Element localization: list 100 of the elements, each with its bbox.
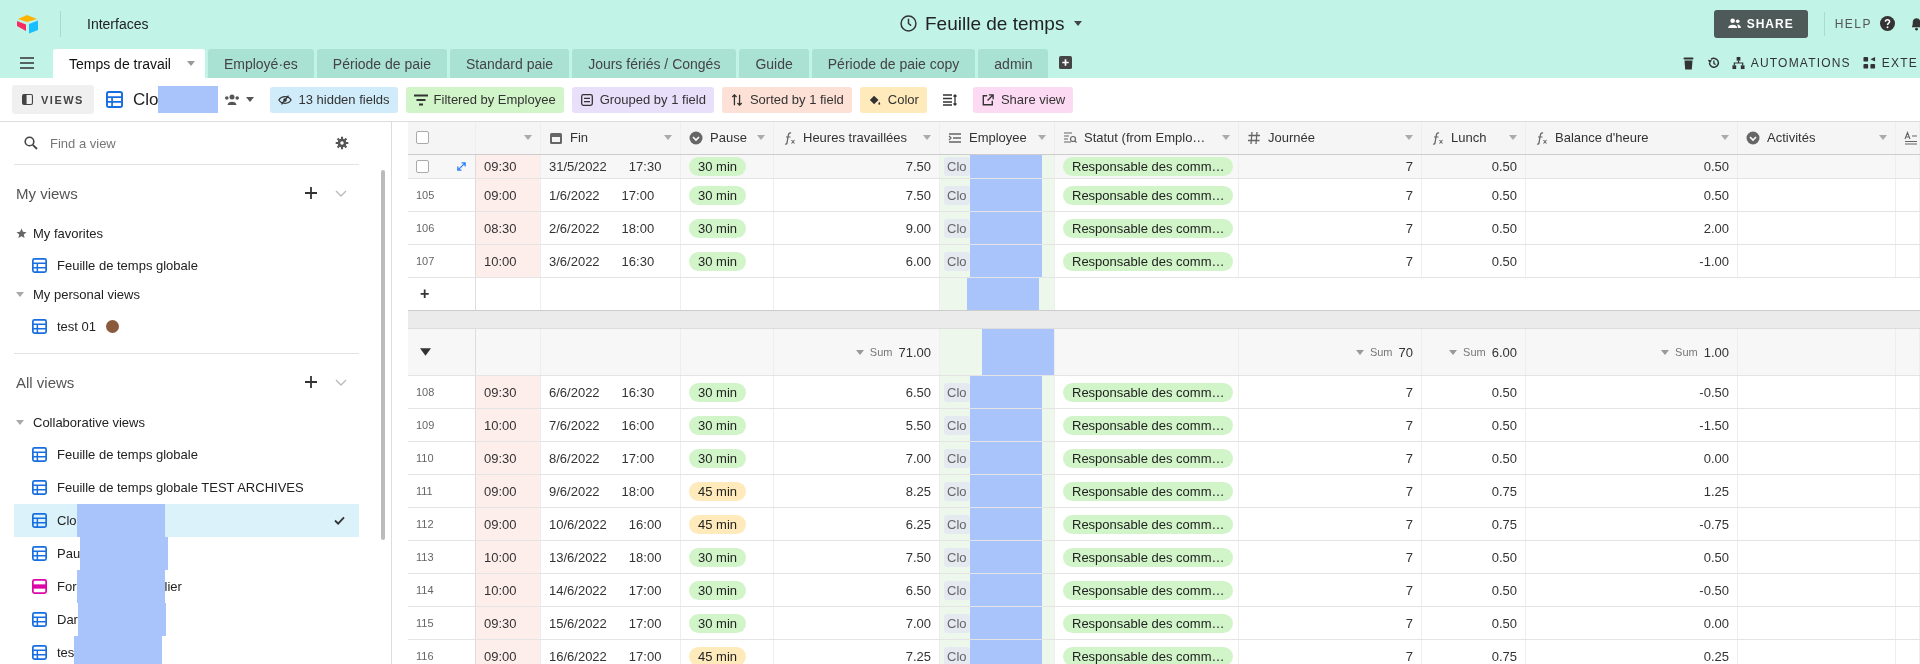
table-row[interactable]: 105 09:00 1/6/2022 17:00 30 min 7.50 Clo Responsable des comm… 7 0.50 0.50 bbox=[408, 179, 1920, 212]
extensions-button[interactable]: EXTE bbox=[1862, 55, 1918, 70]
table-row[interactable]: 111 09:00 9/6/2022 18:00 45 min 8.25 Clo Responsable des comm… 7 0.75 1.25 bbox=[408, 475, 1920, 508]
view-item[interactable]: test 01 bbox=[14, 310, 359, 343]
share-button[interactable]: SHARE bbox=[1713, 9, 1808, 38]
disclosure-triangle-icon[interactable] bbox=[16, 291, 24, 297]
help-link[interactable]: HELP bbox=[1834, 16, 1872, 31]
caret-icon[interactable] bbox=[1074, 21, 1083, 26]
expand-icon[interactable] bbox=[456, 161, 467, 172]
pause-tag: 30 min bbox=[689, 448, 747, 468]
view-item[interactable]: Clo bbox=[14, 504, 359, 537]
table-row[interactable]: 115 09:30 15/6/2022 17:00 30 min 7.00 Clo Responsable des comm… 7 0.50 0.00 bbox=[408, 607, 1920, 640]
settings-icon[interactable] bbox=[335, 136, 349, 150]
lunch-cell: 0.50 bbox=[1491, 417, 1517, 433]
column-label: Heures travaillées bbox=[803, 130, 908, 145]
table-tab[interactable]: Période de paie bbox=[316, 49, 447, 78]
balance-cell: 0.50 bbox=[1703, 187, 1729, 203]
column-header[interactable]: Statut (from Emplo… bbox=[1055, 122, 1239, 154]
group-button[interactable]: Grouped by 1 field bbox=[571, 86, 714, 113]
status-tag: Responsable des comm… bbox=[1063, 547, 1234, 567]
column-header[interactable]: Pause bbox=[681, 122, 774, 154]
add-icon[interactable] bbox=[305, 376, 317, 388]
column-header[interactable]: Lunch bbox=[1422, 122, 1526, 154]
row-height-icon[interactable] bbox=[942, 93, 957, 106]
end-time: 17:00 bbox=[621, 187, 655, 203]
end-time: 16:30 bbox=[621, 253, 655, 269]
table-row[interactable]: 110 09:30 8/6/2022 17:00 30 min 7.00 Clo Responsable des comm… 7 0.50 0.00 bbox=[408, 442, 1920, 475]
add-icon[interactable] bbox=[305, 187, 317, 199]
table-row[interactable]: 114 10:00 14/6/2022 17:00 30 min 6.50 Clo Responsable des comm… 7 0.50 -0.50 bbox=[408, 574, 1920, 607]
trash-icon[interactable] bbox=[1681, 55, 1695, 70]
table-tab[interactable]: Standard paie bbox=[449, 49, 570, 78]
collapse-triangle-icon[interactable] bbox=[420, 348, 431, 356]
view-item[interactable]: For lier bbox=[14, 570, 359, 603]
add-table-icon[interactable] bbox=[1059, 56, 1073, 69]
table-row[interactable]: 116 09:00 16/6/2022 17:00 45 min 7.25 Clo Responsable des comm… 7 0.75 0.25 bbox=[408, 640, 1920, 664]
balance-cell: -0.50 bbox=[1699, 384, 1729, 400]
bell-icon[interactable] bbox=[1909, 16, 1920, 31]
summary-label: Sum bbox=[1675, 346, 1698, 358]
add-row-button[interactable]: + bbox=[420, 285, 430, 303]
view-item[interactable]: Dar bbox=[14, 603, 359, 636]
balance-cell: 0.25 bbox=[1703, 648, 1729, 664]
column-header[interactable]: Heures travaillées bbox=[774, 122, 940, 154]
table-tab[interactable]: admin bbox=[978, 49, 1049, 78]
column-header[interactable]: Fin bbox=[541, 122, 681, 154]
table-row[interactable]: 109 10:00 7/6/2022 16:00 30 min 5.50 Clo Responsable des comm… 7 0.50 -1.50 bbox=[408, 409, 1920, 442]
disclosure-triangle-icon[interactable] bbox=[16, 419, 24, 425]
share-button[interactable]: Share view bbox=[972, 86, 1074, 113]
view-name[interactable]: Clo bbox=[132, 89, 159, 110]
sort-button[interactable]: Sorted by 1 field bbox=[721, 86, 852, 113]
table-tab[interactable]: Jours fériés / Congés bbox=[572, 49, 737, 78]
view-item[interactable]: Feuille de temps globale bbox=[14, 249, 359, 282]
status-tag: Responsable des comm… bbox=[1063, 185, 1234, 205]
group-title[interactable]: Collaborative views bbox=[33, 414, 145, 430]
table-row[interactable]: 106 08:30 2/6/2022 18:00 30 min 9.00 Clo Responsable des comm… 7 0.50 2.00 bbox=[408, 212, 1920, 245]
table-row[interactable]: 108 09:30 6/6/2022 16:30 30 min 6.50 Clo Responsable des comm… 7 0.50 -0.50 bbox=[408, 376, 1920, 409]
find-view-field[interactable]: Find a view bbox=[48, 134, 325, 152]
caret-icon[interactable] bbox=[246, 97, 255, 102]
filter-button[interactable]: Filtered by Employee bbox=[405, 86, 564, 113]
help-icon[interactable] bbox=[1880, 16, 1895, 31]
date-cell: 13/6/2022 bbox=[549, 549, 607, 565]
chevron-icon[interactable] bbox=[335, 378, 347, 386]
hours-cell: 7.50 bbox=[905, 187, 931, 203]
column-header[interactable]: Employee bbox=[940, 122, 1055, 154]
select-all-checkbox[interactable] bbox=[416, 131, 429, 144]
view-item[interactable]: Pau bbox=[14, 537, 359, 570]
app-logo-icon[interactable] bbox=[16, 13, 40, 34]
employee-tag: Clo bbox=[944, 157, 970, 176]
view-item[interactable]: Feuille de temps globale bbox=[14, 438, 359, 471]
table-tab[interactable]: Temps de travail bbox=[53, 49, 205, 78]
column-header[interactable]: Activités bbox=[1738, 122, 1896, 154]
column-header[interactable]: Balance d'heure bbox=[1526, 122, 1738, 154]
table-row[interactable]: 09:30 31/5/2022 17:30 30 min 7.50 Clo Responsable des comm… 7 0.50 0.50 bbox=[408, 155, 1920, 179]
start-time: 09:00 bbox=[484, 516, 517, 532]
table-row[interactable]: 112 09:00 10/6/2022 16:00 45 min 6.25 Clo Responsable des comm… 7 0.75 -0.75 bbox=[408, 508, 1920, 541]
interfaces-link[interactable]: Interfaces bbox=[87, 15, 149, 32]
view-item[interactable]: tes bbox=[14, 636, 359, 664]
views-button[interactable]: VIEWS bbox=[12, 85, 94, 114]
table-tab[interactable]: Période de paie copy bbox=[811, 49, 976, 78]
chevron-icon[interactable] bbox=[335, 189, 347, 197]
menu-icon[interactable] bbox=[20, 56, 34, 69]
group-title[interactable]: My personal views bbox=[33, 286, 140, 302]
row-checkbox[interactable] bbox=[416, 160, 429, 173]
history-icon[interactable] bbox=[1706, 55, 1720, 70]
base-title[interactable]: Feuille de temps bbox=[925, 12, 1065, 35]
date-cell: 1/6/2022 bbox=[549, 187, 600, 203]
color-button[interactable]: Color bbox=[859, 86, 927, 113]
automations-button[interactable]: AUTOMATIONS bbox=[1731, 55, 1851, 70]
view-item[interactable]: Feuille de temps globale TEST ARCHIVES bbox=[14, 471, 359, 504]
pause-tag: 30 min bbox=[689, 251, 747, 271]
group-title[interactable]: My favorites bbox=[33, 225, 104, 241]
table-tab[interactable]: Employé·es bbox=[207, 49, 314, 78]
table-row[interactable]: 113 10:00 13/6/2022 18:00 30 min 7.50 Clo Responsable des comm… 7 0.50 0.50 bbox=[408, 541, 1920, 574]
hidden-button[interactable]: 13 hidden fields bbox=[270, 86, 398, 113]
pause-tag: 30 min bbox=[689, 157, 747, 176]
column-header[interactable]: Journée bbox=[1239, 122, 1422, 154]
table-tab[interactable]: Guide bbox=[739, 49, 809, 78]
table-row[interactable]: 107 10:00 3/6/2022 16:30 30 min 6.00 Clo Responsable des comm… 7 0.50 -1.00 bbox=[408, 245, 1920, 278]
redaction-block bbox=[158, 86, 219, 113]
start-time: 09:00 bbox=[484, 187, 517, 203]
date-cell: 7/6/2022 bbox=[549, 417, 600, 433]
